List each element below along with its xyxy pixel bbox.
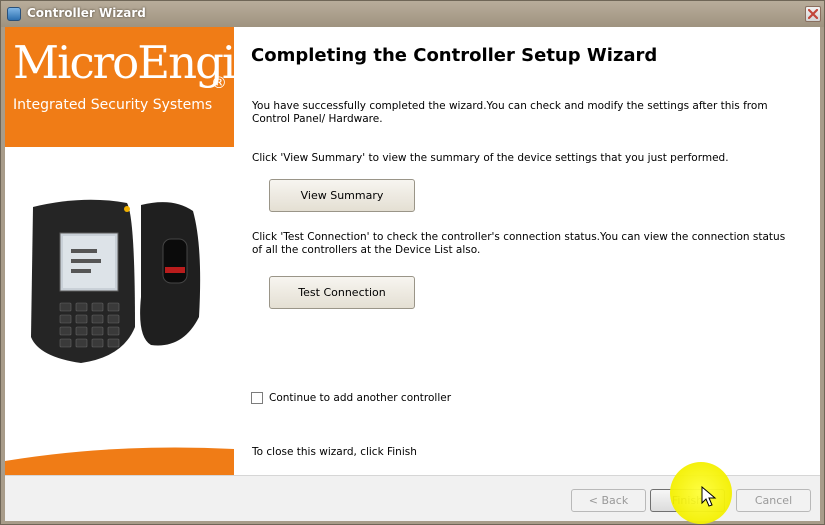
mouse-pointer-icon <box>701 486 717 507</box>
brand-panel: MicroEngine ® Integrated Security System… <box>5 27 234 475</box>
close-icon <box>808 9 818 19</box>
close-hint: To close this wizard, click Finish <box>252 446 417 458</box>
window-title: Controller Wizard <box>27 6 146 20</box>
continue-checkbox-label[interactable]: Continue to add another controller <box>269 392 451 404</box>
app-icon <box>7 7 21 21</box>
view-summary-hint: Click 'View Summary' to view the summary… <box>252 152 729 164</box>
completion-message: You have successfully completed the wiza… <box>252 100 768 125</box>
title-bar[interactable]: Controller Wizard <box>1 1 824 27</box>
controller-device-image <box>31 199 201 363</box>
view-summary-button[interactable]: View Summary <box>269 179 415 212</box>
brand-swoosh <box>5 447 234 475</box>
cancel-button[interactable]: Cancel <box>736 489 811 512</box>
brand-banner: MicroEngine ® Integrated Security System… <box>5 27 234 147</box>
wizard-client-area: MicroEngine ® Integrated Security System… <box>5 27 820 521</box>
back-button[interactable]: < Back <box>571 489 646 512</box>
brand-logo: MicroEngine <box>13 36 234 89</box>
registered-mark: ® <box>211 73 227 92</box>
brand-tagline: Integrated Security Systems <box>13 97 213 113</box>
test-connection-button[interactable]: Test Connection <box>269 276 415 309</box>
close-button[interactable] <box>805 6 821 22</box>
controller-wizard-window: Controller Wizard MicroEngine ® Integrat… <box>0 0 825 525</box>
test-connection-hint: Click 'Test Connection' to check the con… <box>252 231 786 256</box>
continue-checkbox[interactable] <box>251 392 263 404</box>
page-title: Completing the Controller Setup Wizard <box>251 45 658 66</box>
